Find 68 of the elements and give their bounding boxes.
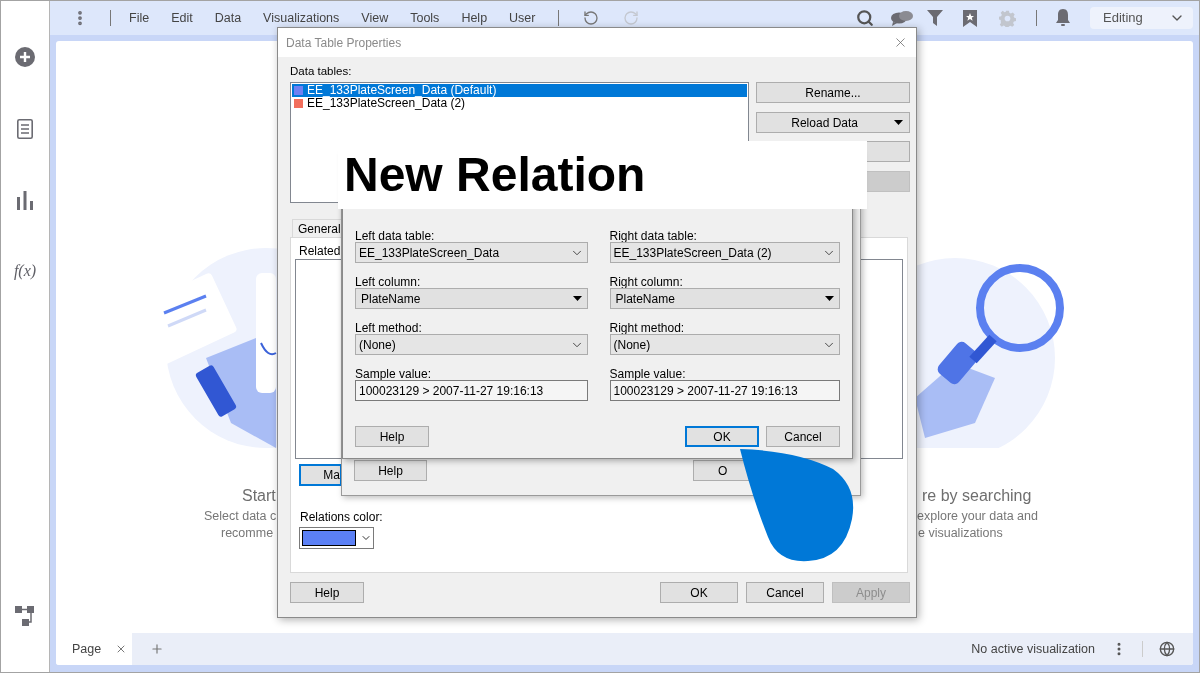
reload-button[interactable]: Reload Data [756,112,910,133]
help-button[interactable]: Help [354,460,427,481]
dropdown[interactable]: PlateName [355,288,588,309]
menu-item[interactable]: Data [214,8,242,28]
undo-icon[interactable] [582,10,599,26]
list-icon[interactable] [17,119,33,139]
field-label: Right column: [609,276,684,288]
empty-state-text: e visualizations [918,525,1004,542]
help-button[interactable]: Help [290,582,364,603]
field-label: Right data table: [609,230,698,242]
field-label: Left data table: [355,230,436,242]
rename-button[interactable]: Rename... [756,82,910,103]
dropdown[interactable]: (None) [609,334,840,355]
ok-button[interactable]: OK [685,426,759,447]
mode-dropdown[interactable]: Editing [1090,7,1193,29]
bell-icon[interactable] [1055,9,1071,27]
empty-state-text: explore your data and [917,508,1039,525]
search-icon[interactable] [856,9,874,27]
cancel-button[interactable]: Cancel [766,426,840,447]
dropdown[interactable]: (None) [355,334,588,355]
field-label: Data tables: [290,65,353,78]
list-item[interactable]: EE_133PlateScreen_Data (Default) [292,84,747,97]
status-text: No active visualization [971,640,1095,658]
menu-item[interactable]: View [361,8,389,28]
menu-item[interactable]: Visualizations [263,8,340,28]
cancel-button[interactable]: Cancel [746,582,824,603]
empty-state-text: recomme [221,525,275,542]
filter-icon[interactable] [927,10,943,26]
triangle-icon [572,296,582,301]
menu-item[interactable]: Edit [171,8,193,28]
triangle-icon [894,120,903,125]
field-label: Right method: [609,322,686,334]
help-button[interactable]: Help [355,426,429,447]
text-field[interactable]: 100023129 > 2007-11-27 19:16:13 [355,380,588,401]
comments-icon[interactable] [890,10,914,26]
color-picker[interactable] [299,527,374,549]
add-icon[interactable] [15,47,35,67]
section-label: Related [299,244,341,258]
bookmark-icon[interactable] [963,9,977,27]
menu-item[interactable]: Tools [410,8,440,28]
dropdown[interactable]: PlateName [609,288,840,309]
field-label: Left method: [355,322,423,334]
menu-item[interactable]: File [129,8,150,28]
dropdown[interactable]: EE_133PlateScreen_Data [355,242,588,263]
field-label: Relations color: [300,510,383,524]
field-label: Sample value: [355,368,433,380]
text-field[interactable]: 100023129 > 2007-11-27 19:16:13 [609,380,840,401]
dropdown[interactable]: EE_133PlateScreen_Data (2) [609,242,840,263]
empty-state-title: Start [242,487,277,505]
empty-state-title: re by searching [922,487,1033,505]
menu-item[interactable]: Help [461,8,488,28]
globe-icon[interactable] [1159,641,1175,657]
bar-chart-icon[interactable] [16,191,34,210]
hierarchy-icon[interactable] [15,606,35,626]
title-banner: New Relation [338,141,867,209]
window-title: Data Table Properties [286,34,402,52]
field-label: Sample value: [609,368,687,380]
field-label: Left column: [355,276,422,288]
empty-state-text: Select data c [204,508,277,525]
list-item[interactable]: EE_133PlateScreen_Data (2) [292,97,747,110]
page-tab[interactable]: Page [56,633,132,665]
formula-icon[interactable]: f(x) [13,259,37,283]
ok-button[interactable]: OK [660,582,738,603]
manage-button[interactable]: Ma [299,464,342,486]
triangle-icon [825,296,834,301]
menu-item[interactable]: User [509,8,536,28]
close-icon[interactable] [893,35,908,50]
color-swatch [302,530,356,546]
